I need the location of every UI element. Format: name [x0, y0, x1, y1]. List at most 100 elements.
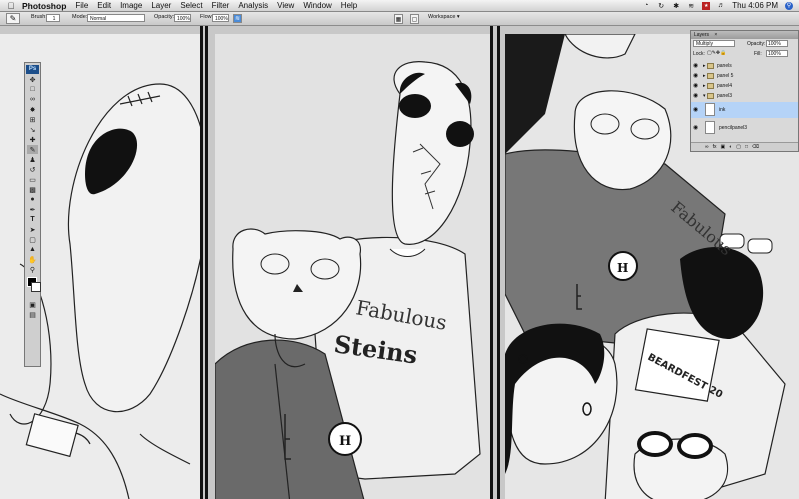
disclosure-triangle-icon[interactable]: ▸ — [703, 81, 706, 91]
wifi-icon[interactable]: ≋ — [687, 2, 695, 10]
disclosure-triangle-icon[interactable]: ▸ — [703, 71, 706, 81]
menu-help[interactable]: Help — [341, 1, 357, 10]
brush-icon: ✎ — [9, 14, 17, 23]
menu-image[interactable]: Image — [120, 1, 142, 10]
airbrush-icon: ≋ — [234, 16, 241, 22]
document-canvas[interactable]: Fabulous Steins H H Fabulous BEARDFEST 2… — [0, 26, 799, 499]
eye-icon[interactable]: ◉ — [693, 102, 702, 113]
quick-mask-icon[interactable]: ▣ — [27, 300, 38, 309]
time-machine-icon[interactable]: ◔ — [642, 2, 650, 10]
bluetooth-icon[interactable]: ✱ — [672, 2, 680, 10]
clock[interactable]: Thu 4:06 PM — [732, 1, 778, 10]
eraser-icon[interactable]: ▭ — [27, 175, 38, 184]
doc-button[interactable]: ▢ — [410, 14, 419, 24]
fx-icon[interactable]: fx — [713, 144, 717, 150]
panel-gutter — [490, 26, 493, 499]
healing-icon[interactable]: ✚ — [27, 135, 38, 144]
menu-filter[interactable]: Filter — [212, 1, 230, 10]
new-layer-icon[interactable]: □ — [745, 144, 748, 150]
workspace-menu[interactable]: Workspace ▾ — [428, 14, 460, 20]
layer-opacity-field[interactable]: 100% — [766, 40, 788, 47]
layer-opacity-value: 100% — [768, 41, 781, 47]
layer-row[interactable]: ◉ ▸ panel 5 — [691, 71, 798, 81]
new-group-icon[interactable]: ▢ — [736, 144, 741, 150]
magic-wand-icon[interactable]: ✸ — [27, 105, 38, 114]
menu-view[interactable]: View — [277, 1, 294, 10]
eye-icon[interactable]: ◉ — [693, 71, 702, 81]
background-color-swatch[interactable] — [31, 282, 41, 292]
mode-value: Normal — [90, 16, 107, 22]
panel-middle-art: Fabulous Steins H — [215, 61, 481, 499]
trash-icon[interactable]: ⌫ — [752, 144, 759, 150]
eye-icon[interactable]: ◉ — [693, 61, 702, 71]
pen-icon[interactable]: ✒ — [27, 205, 38, 214]
mode-select[interactable]: Normal — [87, 14, 145, 22]
spotlight-icon[interactable]: ⚲ — [785, 1, 793, 10]
layers-panel-title[interactable]: Layers × — [691, 31, 798, 39]
zoom-icon[interactable]: ⚲ — [27, 265, 38, 274]
gradient-icon[interactable]: ▩ — [27, 185, 38, 194]
stamp-icon[interactable]: ♟ — [27, 155, 38, 164]
layer-name: panels — [717, 63, 732, 69]
sync-icon[interactable]: ↻ — [657, 2, 665, 10]
hand-icon[interactable]: ✋ — [27, 255, 38, 264]
menu-select[interactable]: Select — [180, 1, 202, 10]
lock-icons[interactable]: ▢✎✥🔒 — [707, 50, 726, 56]
link-icon[interactable]: ∞ — [705, 144, 709, 150]
panel-gutter — [497, 26, 500, 499]
ps-badge[interactable]: Ps — [26, 65, 39, 74]
blend-mode-select[interactable]: Multiply — [693, 40, 735, 47]
eye-icon[interactable]: ◉ — [693, 91, 702, 101]
layer-row[interactable]: ◉ ▸ panel4 — [691, 81, 798, 91]
screen-mode-icon[interactable]: ▤ — [27, 310, 38, 319]
layer-name: pencilpanel3 — [719, 125, 748, 131]
menu-edit[interactable]: Edit — [97, 1, 111, 10]
layer-name: ink — [719, 107, 726, 113]
menu-app-photoshop[interactable]: Photoshop — [22, 1, 66, 11]
lock-label: Lock: — [693, 51, 705, 57]
history-brush-icon[interactable]: ↺ — [27, 165, 38, 174]
brush-icon[interactable]: ✎ — [27, 145, 38, 154]
menu-layer[interactable]: Layer — [151, 1, 171, 10]
menu-file[interactable]: File — [75, 1, 88, 10]
adjustment-icon[interactable]: ◐ — [729, 144, 732, 150]
mask-icon[interactable]: ▣ — [720, 144, 725, 150]
brush-preset-button[interactable]: ✎ — [6, 13, 20, 24]
eye-icon[interactable]: ◉ — [693, 81, 702, 91]
menu-status-area: ◔ ↻ ✱ ≋ ★ ♬ Thu 4:06 PM ⚲ — [642, 0, 793, 11]
brush-size-field[interactable]: 1 — [46, 14, 60, 22]
layer-row[interactable]: ◉ pencilpanel3 — [691, 120, 798, 136]
fill-field[interactable]: 100% — [766, 50, 788, 57]
disclosure-triangle-icon[interactable]: ▸ — [703, 61, 706, 71]
airbrush-toggle[interactable]: ≋ — [233, 14, 242, 23]
panel-gutter — [205, 26, 208, 499]
palette-well-button[interactable]: ▦ — [394, 14, 403, 24]
3d-icon[interactable]: ▲ — [27, 245, 38, 254]
flow-field[interactable]: 100% — [212, 14, 229, 22]
menu-window[interactable]: Window — [303, 1, 331, 10]
path-select-icon[interactable]: ➤ — [27, 225, 38, 234]
apple-icon[interactable]:  — [6, 1, 16, 11]
move-icon[interactable]: ✥ — [27, 75, 38, 84]
mode-label: Mode: — [72, 14, 88, 20]
marquee-icon[interactable]: □ — [27, 85, 38, 94]
layer-thumbnail — [705, 121, 715, 134]
close-icon[interactable]: × — [714, 32, 717, 38]
lasso-icon[interactable]: ∞ — [27, 95, 38, 104]
dodge-icon[interactable]: ● — [27, 195, 38, 204]
opacity-field[interactable]: 100% — [174, 14, 191, 22]
menu-analysis[interactable]: Analysis — [238, 1, 268, 10]
crop-icon[interactable]: ⊞ — [27, 115, 38, 124]
layer-row[interactable]: ◉ ▸ panels — [691, 61, 798, 71]
eyedropper-icon[interactable]: ↘ — [27, 125, 38, 134]
color-swatches — [25, 277, 41, 299]
flag-icon[interactable]: ★ — [702, 1, 711, 10]
tools-panel: Ps ✥ □ ∞ ✸ ⊞ ↘ ✚ ✎ ♟ ↺ ▭ ▩ ● ✒ T ➤ ▢ ▲ ✋… — [24, 62, 41, 367]
disclosure-triangle-icon[interactable]: ▾ — [703, 91, 706, 101]
layer-row[interactable]: ◉ ▾ panel3 — [691, 91, 798, 101]
layer-row-selected[interactable]: ◉ ink — [691, 102, 798, 118]
type-icon[interactable]: T — [27, 215, 38, 224]
shape-icon[interactable]: ▢ — [27, 235, 38, 244]
volume-icon[interactable]: ♬ — [717, 2, 725, 10]
eye-icon[interactable]: ◉ — [693, 120, 702, 131]
